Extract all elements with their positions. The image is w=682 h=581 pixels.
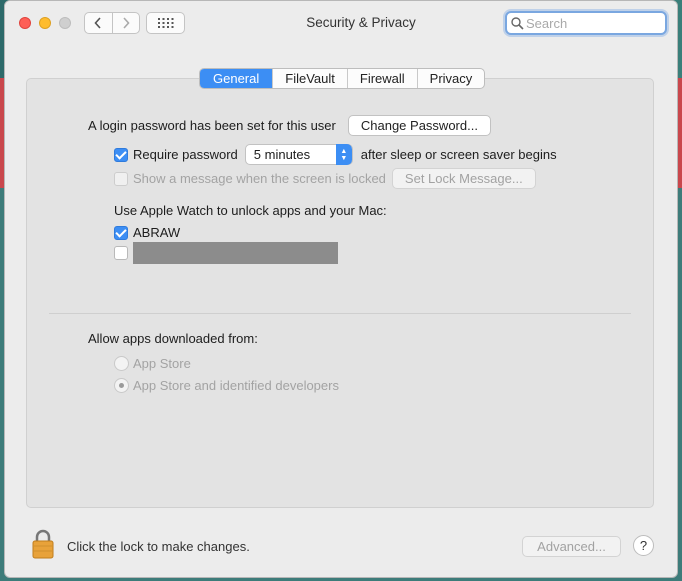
section-divider bbox=[49, 313, 631, 314]
require-password-delay-value: 5 minutes bbox=[253, 147, 311, 162]
navigation-buttons bbox=[84, 12, 140, 34]
watch-checkbox[interactable] bbox=[114, 246, 128, 260]
redacted-watch-name bbox=[133, 242, 338, 264]
tab-privacy[interactable]: Privacy bbox=[418, 69, 485, 88]
app-store-identified-radio[interactable] bbox=[114, 378, 129, 393]
grid-icon bbox=[157, 18, 173, 28]
watch-item: ABRAW bbox=[114, 225, 180, 240]
login-password-text: A login password has been set for this u… bbox=[88, 118, 336, 133]
lock-icon[interactable] bbox=[32, 529, 54, 559]
tab-firewall[interactable]: Firewall bbox=[348, 69, 418, 88]
tab-bar: General FileVault Firewall Privacy bbox=[199, 68, 486, 89]
chevron-left-icon bbox=[94, 17, 101, 29]
require-password-label: Require password bbox=[133, 147, 238, 162]
require-password-delay-select[interactable]: 5 minutes ▲ ▼ bbox=[244, 144, 353, 165]
allow-option: App Store bbox=[114, 356, 191, 371]
show-message-label: Show a message when the screen is locked bbox=[133, 171, 386, 186]
general-panel bbox=[26, 78, 654, 508]
app-store-identified-label: App Store and identified developers bbox=[133, 378, 339, 393]
allow-apps-heading-row: Allow apps downloaded from: bbox=[88, 331, 258, 346]
select-arrows-icon: ▲ ▼ bbox=[335, 144, 352, 165]
require-password-row: Require password 5 minutes ▲ ▼ after slee… bbox=[114, 144, 557, 165]
set-lock-message-button[interactable]: Set Lock Message... bbox=[391, 168, 536, 189]
apple-watch-heading-row: Use Apple Watch to unlock apps and your … bbox=[114, 203, 387, 218]
tab-filevault[interactable]: FileVault bbox=[273, 69, 348, 88]
login-row: A login password has been set for this u… bbox=[88, 115, 491, 136]
minimize-button[interactable] bbox=[39, 17, 51, 29]
change-password-button[interactable]: Change Password... bbox=[347, 115, 491, 136]
zoom-button[interactable] bbox=[59, 17, 71, 29]
show-message-row: Show a message when the screen is locked… bbox=[114, 168, 536, 189]
forward-button[interactable] bbox=[111, 13, 140, 33]
show-all-button[interactable] bbox=[146, 12, 185, 34]
chevron-right-icon bbox=[123, 17, 130, 29]
close-button[interactable] bbox=[19, 17, 31, 29]
tab-general[interactable]: General bbox=[200, 69, 274, 88]
watch-item bbox=[114, 242, 338, 264]
titlebar: Security & Privacy bbox=[5, 1, 677, 45]
require-password-checkbox[interactable] bbox=[114, 147, 128, 162]
watch-checkbox[interactable] bbox=[114, 225, 128, 240]
back-button[interactable] bbox=[85, 13, 112, 33]
search-field[interactable] bbox=[505, 11, 667, 35]
show-message-checkbox[interactable] bbox=[114, 171, 128, 186]
lock-text-row: Click the lock to make changes. bbox=[67, 539, 250, 554]
apple-watch-heading: Use Apple Watch to unlock apps and your … bbox=[114, 203, 387, 218]
app-store-radio[interactable] bbox=[114, 356, 129, 371]
window-title: Security & Privacy bbox=[306, 15, 416, 30]
app-store-label: App Store bbox=[133, 356, 191, 371]
search-input[interactable] bbox=[524, 15, 654, 31]
advanced-button[interactable]: Advanced... bbox=[522, 536, 621, 557]
allow-apps-heading: Allow apps downloaded from: bbox=[88, 331, 258, 346]
security-privacy-window: Security & Privacy General FileVault Fir… bbox=[4, 0, 678, 578]
allow-option: App Store and identified developers bbox=[114, 378, 339, 393]
search-icon bbox=[511, 16, 524, 30]
lock-text: Click the lock to make changes. bbox=[67, 539, 250, 554]
watch-name: ABRAW bbox=[133, 225, 181, 240]
help-button[interactable]: ? bbox=[633, 535, 654, 556]
after-sleep-text: after sleep or screen saver begins bbox=[360, 147, 557, 162]
